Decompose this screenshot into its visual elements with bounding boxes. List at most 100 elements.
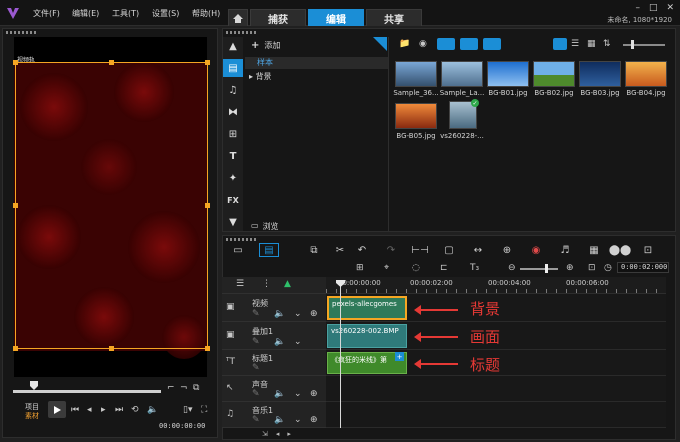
menu-settings[interactable]: 设置(S) bbox=[152, 8, 179, 19]
zoom-slider[interactable] bbox=[520, 268, 558, 270]
repeat-icon[interactable]: ⟲ bbox=[131, 406, 139, 415]
list-view-icon[interactable]: ☰ bbox=[571, 40, 579, 49]
scroll-right-icon[interactable]: ▸ bbox=[287, 430, 291, 438]
timeline-ruler[interactable]: 00:00:00:00 00:00:02:00 00:00:04:00 00:0… bbox=[326, 277, 666, 294]
go-to-end-icon[interactable]: ⏭ bbox=[115, 406, 123, 415]
resize-handle[interactable] bbox=[205, 203, 210, 208]
subtitle-icon[interactable]: ⊡ bbox=[640, 243, 656, 257]
lock-icon[interactable]: ✎ bbox=[252, 338, 260, 347]
track-manager-icon[interactable]: ☰ bbox=[236, 280, 244, 289]
multicam-icon[interactable]: ▦ bbox=[586, 243, 602, 257]
resize-handle[interactable] bbox=[109, 346, 114, 351]
menu-file[interactable]: 文件(F) bbox=[33, 8, 60, 19]
mask-icon[interactable]: ⬤⬤ bbox=[609, 243, 631, 257]
mute-icon[interactable]: 🔈 bbox=[274, 416, 285, 425]
aspect-ratio-icon[interactable]: ▯▾ bbox=[183, 406, 192, 415]
maximize-button[interactable]: □ bbox=[649, 3, 658, 13]
next-frame-icon[interactable]: ▸ bbox=[101, 406, 106, 415]
ripple-icon[interactable]: ▲ bbox=[284, 280, 291, 289]
tab-capture[interactable]: 捕获 bbox=[250, 9, 306, 26]
mute-icon[interactable]: 🔈 bbox=[274, 310, 285, 319]
instant-project-icon[interactable]: ♫ bbox=[223, 81, 243, 99]
import-folder-icon[interactable]: 📁 bbox=[399, 40, 410, 49]
resize-handle[interactable] bbox=[13, 203, 18, 208]
lock-icon[interactable]: ✎ bbox=[252, 390, 260, 399]
fit-tracks-icon[interactable]: ⇲ bbox=[262, 430, 268, 438]
tracker-icon[interactable]: ⌖ bbox=[384, 264, 389, 273]
expand-icon[interactable]: ⌄ bbox=[294, 338, 302, 347]
crop-icon[interactable]: ⊏ bbox=[440, 264, 448, 273]
play-button[interactable] bbox=[48, 401, 66, 418]
grid-view-icon[interactable]: ▦ bbox=[587, 40, 596, 49]
track-header-video[interactable]: ▣ 视频 ✎ 🔈 ⌄ ⊕ bbox=[222, 294, 326, 322]
3d-title-icon[interactable]: T₃ bbox=[470, 264, 479, 273]
folder-item-sample[interactable]: 样本 bbox=[245, 57, 388, 69]
scroll-left-icon[interactable]: ◂ bbox=[276, 430, 280, 438]
redo-icon[interactable]: ↷ bbox=[383, 243, 399, 257]
resize-handle[interactable] bbox=[205, 346, 210, 351]
zoom-out-icon[interactable]: ⊖ bbox=[508, 264, 516, 273]
mute-icon[interactable]: 🔈 bbox=[274, 338, 285, 347]
lock-icon[interactable]: ✎ bbox=[252, 416, 260, 425]
media-thumb[interactable] bbox=[579, 61, 621, 87]
track-row[interactable] bbox=[326, 402, 666, 428]
media-thumb[interactable] bbox=[533, 61, 575, 87]
resize-handle[interactable] bbox=[205, 60, 210, 65]
copy-icon[interactable]: ⧉ bbox=[306, 243, 322, 257]
timeline-timecode[interactable]: 0:00:02:000 bbox=[617, 262, 669, 273]
scrubber-handle[interactable] bbox=[30, 381, 38, 390]
filter-audio-button[interactable] bbox=[483, 38, 501, 50]
previous-frame-icon[interactable]: ◂ bbox=[87, 406, 92, 415]
fit-icon[interactable]: ⊢⊣ bbox=[411, 243, 428, 257]
resize-handle[interactable] bbox=[13, 346, 18, 351]
media-thumb[interactable] bbox=[441, 61, 483, 87]
overlay-clip[interactable]: vs260228-002.BMP bbox=[327, 324, 407, 348]
home-tab[interactable] bbox=[228, 9, 248, 26]
audio-balance-icon[interactable]: ⊕ bbox=[499, 243, 515, 257]
motion-icon[interactable]: ◉ bbox=[528, 243, 544, 257]
record-icon[interactable]: ◉ bbox=[419, 40, 427, 49]
preview-timecode[interactable]: 00:00:00:00 bbox=[159, 422, 205, 430]
playhead-line[interactable] bbox=[340, 282, 341, 428]
graphics-icon[interactable]: ⊞ bbox=[223, 125, 243, 143]
zoom-in-icon[interactable]: ⊕ bbox=[566, 264, 574, 273]
transition-icon[interactable]: ⧓ bbox=[223, 103, 243, 121]
lock-icon[interactable]: ✎ bbox=[252, 364, 260, 373]
title-icon[interactable]: T bbox=[223, 147, 243, 165]
track-header-title[interactable]: ᵀT 标题1 ✎ bbox=[222, 350, 326, 376]
panel-grip[interactable] bbox=[226, 31, 256, 34]
mark-out-icon[interactable]: ¬ bbox=[180, 384, 188, 393]
chapter-icon[interactable]: ⋮ bbox=[262, 280, 271, 289]
trim-icon[interactable]: ↔ bbox=[470, 243, 486, 257]
go-to-start-icon[interactable]: ⏮ bbox=[71, 406, 79, 415]
thumbnail-view-button[interactable] bbox=[553, 38, 567, 50]
volume-icon[interactable]: 🔈 bbox=[147, 406, 158, 415]
expand-icon[interactable]: ⌄ bbox=[294, 416, 302, 425]
filter-fx-icon[interactable]: FX bbox=[223, 191, 243, 209]
tab-share[interactable]: 共享 bbox=[366, 9, 422, 26]
split-icon[interactable]: ⧉ bbox=[193, 384, 199, 393]
undo-icon[interactable]: ↶ bbox=[354, 243, 370, 257]
expand-icon[interactable]: ⌄ bbox=[294, 310, 302, 319]
ripple-edit-icon[interactable]: ⊕ bbox=[310, 416, 318, 425]
track-header-voice[interactable]: ↖ 声音 ✎ 🔈 ⌄ ⊕ bbox=[222, 376, 326, 402]
resize-handle[interactable] bbox=[109, 60, 114, 65]
fullscreen-icon[interactable]: ⛶ bbox=[201, 406, 207, 415]
menu-help[interactable]: 帮助(H) bbox=[192, 8, 220, 19]
expand-icon[interactable]: ⌄ bbox=[294, 390, 302, 399]
resize-handle[interactable] bbox=[13, 60, 18, 65]
sort-icon[interactable]: ⇅ bbox=[603, 40, 611, 49]
ripple-edit-icon[interactable]: ⊕ bbox=[310, 390, 318, 399]
add-title-icon[interactable]: + bbox=[395, 352, 404, 361]
lock-icon[interactable]: ✎ bbox=[252, 310, 260, 319]
playhead-handle[interactable] bbox=[336, 280, 345, 287]
filter-photo-button[interactable] bbox=[460, 38, 478, 50]
thumbnail-size-handle[interactable] bbox=[631, 40, 634, 49]
ripple-edit-icon[interactable]: ⊕ bbox=[310, 310, 318, 319]
minimize-button[interactable]: – bbox=[635, 3, 640, 13]
menu-tools[interactable]: 工具(T) bbox=[112, 8, 139, 19]
add-folder-button[interactable]: + 添加 bbox=[251, 40, 280, 51]
track-header-overlay[interactable]: ▣ 叠加1 ✎ 🔈 ⌄ bbox=[222, 322, 326, 350]
audio-mixer-icon[interactable]: ♬ bbox=[557, 243, 573, 257]
browse-button[interactable]: ▭ 浏览 bbox=[251, 221, 279, 232]
